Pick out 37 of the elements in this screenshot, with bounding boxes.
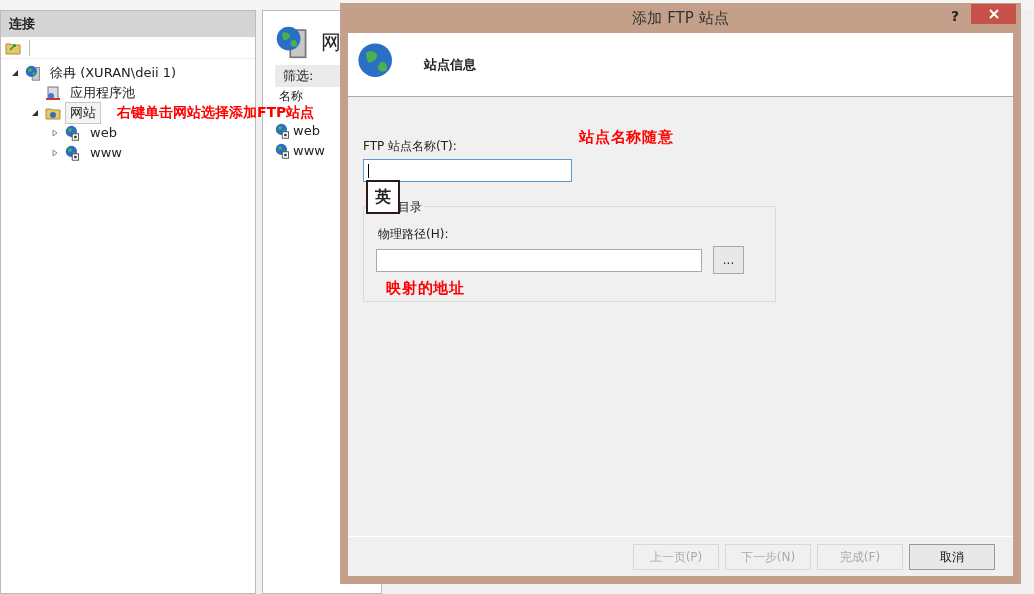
- tree-item[interactable]: web: [85, 122, 122, 144]
- wizard-button[interactable]: 取消: [909, 543, 995, 570]
- column-header[interactable]: 名称: [275, 89, 307, 103]
- panel-title: 连接: [1, 11, 255, 37]
- path-field[interactable]: [376, 248, 702, 272]
- folder-arrow-icon[interactable]: [5, 40, 21, 55]
- header-title: 站点信息: [424, 55, 476, 74]
- close-icon: [988, 9, 999, 19]
- tree-item[interactable]: 徐冉 (XURAN\deii 1): [45, 62, 182, 84]
- browse-button[interactable]: ...: [713, 246, 744, 274]
- close-button[interactable]: [971, 4, 1016, 24]
- tree-item[interactable]: 网站: [65, 102, 101, 124]
- site-globe-icon: [275, 123, 291, 139]
- folder-globe-icon: [45, 105, 61, 121]
- expanded-arrow-icon[interactable]: [31, 109, 39, 117]
- site-globe-icon: [65, 125, 81, 141]
- field-label: FTP 站点名称(T):: [363, 138, 457, 155]
- page-heading: 网: [321, 29, 341, 56]
- field-label: 物理路径(H):: [378, 226, 449, 243]
- annotation-text: 右键单击网站选择添加FTP站点: [117, 105, 315, 119]
- site-name-field[interactable]: [363, 159, 572, 182]
- collapsed-arrow-icon[interactable]: [51, 149, 59, 157]
- help-button[interactable]: ?: [950, 6, 959, 27]
- annotation-text: 站点名称随意: [579, 127, 674, 148]
- server-globe-icon: [275, 25, 309, 59]
- input-method-indicator: 英: [366, 180, 400, 214]
- server-globe-icon: [25, 65, 41, 81]
- annotation-text: 映射的地址: [386, 278, 465, 299]
- site-globe-icon: [65, 145, 81, 161]
- tree-item[interactable]: 应用程序池: [65, 82, 140, 104]
- list-item[interactable]: www: [293, 141, 325, 161]
- dialog-title: 添加 FTP 站点: [632, 7, 729, 29]
- collapsed-arrow-icon[interactable]: [51, 129, 59, 137]
- list-item[interactable]: web: [293, 121, 320, 141]
- site-globe-icon: [275, 143, 291, 159]
- tree-item[interactable]: www: [85, 142, 127, 164]
- expanded-arrow-icon[interactable]: [11, 69, 19, 77]
